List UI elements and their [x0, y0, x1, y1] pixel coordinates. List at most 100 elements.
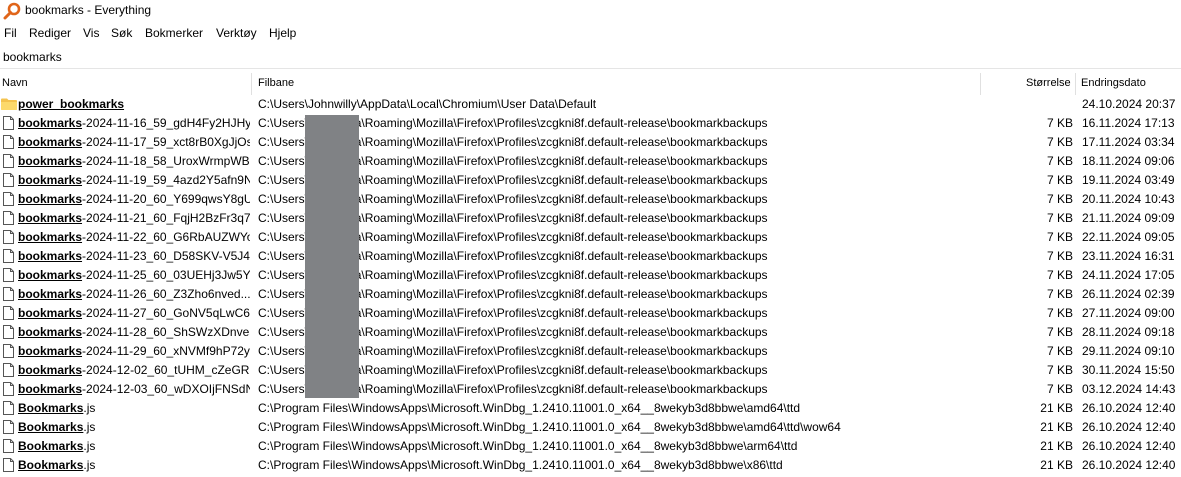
file-name: bookmarks-2024-11-26_60_Z3Zho6nved... — [18, 285, 250, 304]
file-icon — [3, 154, 14, 168]
menu-hjelp[interactable]: Hjelp — [269, 26, 296, 40]
file-icon — [3, 325, 14, 339]
table-row[interactable]: bookmarks-2024-11-20_60_Y699qwsY8gU... C:… — [0, 190, 1181, 209]
name-rest: .js — [83, 420, 96, 434]
name-match: bookmarks — [18, 192, 83, 206]
modified-date: 21.11.2024 09:09 — [1082, 211, 1175, 225]
file-path: C:\Users\ \AppData\Roaming\Mozilla\Firef… — [258, 287, 768, 301]
file-path: C:\Program Files\WindowsApps\Microsoft.W… — [258, 420, 841, 434]
table-row[interactable]: power_bookmarks C:\Users\Johnwilly\AppDat… — [0, 95, 1181, 114]
modified-date: 26.11.2024 02:39 — [1082, 287, 1175, 301]
table-row[interactable]: Bookmarks.js C:\Program Files\WindowsApps… — [0, 456, 1181, 475]
file-path: C:\Users\ \AppData\Roaming\Mozilla\Firef… — [258, 344, 768, 358]
name-rest: -2024-11-25_60_03UEHj3Jw5Yl... — [82, 268, 250, 282]
file-path: C:\Users\ \AppData\Roaming\Mozilla\Firef… — [258, 382, 768, 396]
file-icon — [3, 116, 14, 130]
file-icon — [3, 135, 14, 149]
table-row[interactable]: bookmarks-2024-11-22_60_G6RbAUZWYo... C:\… — [0, 228, 1181, 247]
table-row[interactable]: bookmarks-2024-11-27_60_GoNV5qLwC6... C:\… — [0, 304, 1181, 323]
name-rest: -2024-12-02_60_tUHM_cZeGR... — [82, 363, 250, 377]
file-size: 7 KB — [1046, 116, 1073, 130]
table-row[interactable]: bookmarks-2024-11-16_59_gdH4Fy2HJHy... C:… — [0, 114, 1181, 133]
column-header-name[interactable]: Navn — [2, 73, 28, 93]
modified-date: 24.10.2024 20:37 — [1082, 97, 1176, 111]
modified-date: 27.11.2024 09:00 — [1082, 306, 1175, 320]
name-match: bookmarks — [18, 135, 83, 149]
file-path: C:\Users\ \AppData\Roaming\Mozilla\Firef… — [258, 211, 768, 225]
column-header-path[interactable]: Filbane — [258, 73, 294, 93]
search-input[interactable] — [1, 48, 1175, 66]
file-name: bookmarks-2024-12-02_60_tUHM_cZeGR... — [18, 361, 250, 380]
modified-date: 26.10.2024 12:40 — [1082, 439, 1176, 453]
file-size: 7 KB — [1046, 211, 1073, 225]
menu-fil[interactable]: Fil — [4, 26, 17, 40]
file-icon — [3, 192, 14, 206]
menu-bokmerker[interactable]: Bokmerker — [145, 26, 203, 40]
file-icon — [3, 344, 14, 358]
file-name: Bookmarks.js — [18, 437, 250, 456]
modified-date: 22.11.2024 09:05 — [1082, 230, 1175, 244]
file-size: 7 KB — [1046, 382, 1073, 396]
modified-date: 18.11.2024 09:06 — [1082, 154, 1175, 168]
file-size: 7 KB — [1046, 135, 1073, 149]
table-row[interactable]: bookmarks-2024-11-19_59_4azd2Y5afn9N... C… — [0, 171, 1181, 190]
name-match: bookmarks — [18, 363, 83, 377]
table-row[interactable]: bookmarks-2024-11-25_60_03UEHj3Jw5Yl... C… — [0, 266, 1181, 285]
column-resize-handle-size[interactable] — [1075, 73, 1076, 95]
column-header-date[interactable]: Endringsdato — [1081, 73, 1146, 93]
table-row[interactable]: bookmarks-2024-11-26_60_Z3Zho6nved... C:\… — [0, 285, 1181, 304]
table-row[interactable]: bookmarks-2024-12-03_60_wDXOIjFNSdN... C:… — [0, 380, 1181, 399]
file-path: C:\Users\ \AppData\Roaming\Mozilla\Firef… — [258, 249, 768, 263]
name-rest: -2024-11-27_60_GoNV5qLwC6... — [82, 306, 250, 320]
table-row[interactable]: bookmarks-2024-11-28_60_ShSWzXDnveS... C:… — [0, 323, 1181, 342]
table-row[interactable]: bookmarks-2024-11-18_58_UroxWrmpWB... C:\… — [0, 152, 1181, 171]
menu-sok[interactable]: Søk — [111, 26, 132, 40]
file-size: 21 KB — [1040, 401, 1073, 415]
file-path: C:\Program Files\WindowsApps\Microsoft.W… — [258, 458, 783, 472]
table-row[interactable]: bookmarks-2024-11-29_60_xNVMf9hP72y... C:… — [0, 342, 1181, 361]
name-match: power_bookmarks — [18, 97, 125, 111]
name-match: bookmarks — [18, 211, 83, 225]
name-rest: -2024-11-22_60_G6RbAUZWYo... — [82, 230, 250, 244]
file-size: 7 KB — [1046, 325, 1073, 339]
name-rest: -2024-11-17_59_xct8rB0XgJjOs... — [82, 135, 250, 149]
name-match: bookmarks — [18, 325, 83, 339]
modified-date: 03.12.2024 14:43 — [1082, 382, 1176, 396]
menu-verktoy[interactable]: Verktøy — [216, 26, 257, 40]
column-header-size[interactable]: Størrelse — [1026, 73, 1071, 93]
file-size: 7 KB — [1046, 249, 1073, 263]
file-size: 21 KB — [1040, 439, 1073, 453]
file-size: 21 KB — [1040, 420, 1073, 434]
table-row[interactable]: Bookmarks.js C:\Program Files\WindowsApps… — [0, 399, 1181, 418]
file-icon — [3, 287, 14, 301]
table-row[interactable]: bookmarks-2024-11-17_59_xct8rB0XgJjOs...… — [0, 133, 1181, 152]
file-name: Bookmarks.js — [18, 456, 250, 475]
table-row[interactable]: Bookmarks.js C:\Program Files\WindowsApps… — [0, 437, 1181, 456]
modified-date: 26.10.2024 12:40 — [1082, 420, 1176, 434]
column-resize-handle-name[interactable] — [251, 73, 252, 95]
menu-bar: Fil Rediger Vis Søk Bokmerker Verktøy Hj… — [0, 24, 1181, 44]
modified-date: 30.11.2024 15:50 — [1082, 363, 1175, 377]
column-resize-handle-path[interactable] — [980, 73, 981, 95]
table-row[interactable]: bookmarks-2024-12-02_60_tUHM_cZeGR... C:\… — [0, 361, 1181, 380]
file-size: 7 KB — [1046, 192, 1073, 206]
file-name: bookmarks-2024-11-23_60_D58SKV-V5J4Z... — [18, 247, 250, 266]
name-match: bookmarks — [18, 230, 83, 244]
name-rest: .js — [83, 401, 96, 415]
name-rest: -2024-11-28_60_ShSWzXDnveS... — [82, 325, 250, 339]
file-icon — [3, 173, 14, 187]
menu-vis[interactable]: Vis — [83, 26, 99, 40]
modified-date: 23.11.2024 16:31 — [1082, 249, 1175, 263]
file-icon — [3, 382, 14, 396]
search-bar — [0, 46, 1181, 69]
file-icon — [3, 268, 14, 282]
file-name: bookmarks-2024-11-27_60_GoNV5qLwC6... — [18, 304, 250, 323]
results-list: power_bookmarks C:\Users\Johnwilly\AppDat… — [0, 95, 1181, 475]
table-row[interactable]: Bookmarks.js C:\Program Files\WindowsApps… — [0, 418, 1181, 437]
file-name: bookmarks-2024-12-03_60_wDXOIjFNSdN... — [18, 380, 250, 399]
title-bar: bookmarks - Everything — [0, 0, 1181, 22]
table-row[interactable]: bookmarks-2024-11-21_60_FqjH2BzFr3q7... C… — [0, 209, 1181, 228]
table-row[interactable]: bookmarks-2024-11-23_60_D58SKV-V5J4Z... C… — [0, 247, 1181, 266]
file-path: C:\Users\ \AppData\Roaming\Mozilla\Firef… — [258, 173, 768, 187]
menu-rediger[interactable]: Rediger — [29, 26, 71, 40]
